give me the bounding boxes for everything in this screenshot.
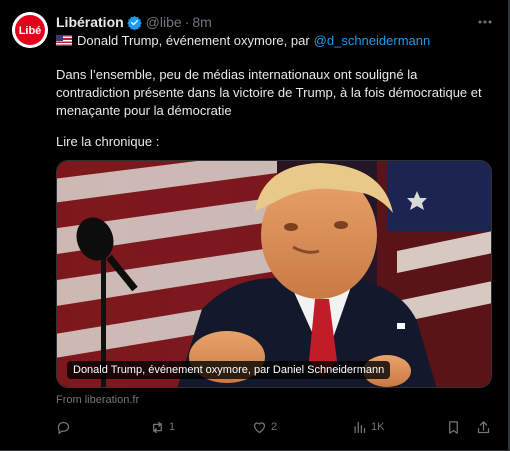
- tweet-body: Dans l’ensemble, peu de médias internati…: [56, 67, 482, 118]
- article-image: [57, 161, 491, 387]
- repost-count: 1: [169, 421, 176, 433]
- repost-button[interactable]: 1: [150, 416, 175, 438]
- card-source[interactable]: From liberation.fr: [56, 394, 139, 406]
- handle[interactable]: @libe: [146, 14, 182, 30]
- bookmark-button[interactable]: [446, 416, 461, 438]
- like-count: 2: [271, 421, 278, 433]
- reply-icon: [57, 421, 70, 434]
- card-caption: Donald Trump, événement oxymore, par Dan…: [67, 361, 391, 379]
- share-icon: [477, 420, 490, 433]
- tweet-headline: Donald Trump, événement oxymore, par @d_…: [56, 32, 430, 49]
- headline-text: Donald Trump, événement oxymore, par: [77, 33, 310, 48]
- link-card[interactable]: Donald Trump, événement oxymore, par Dan…: [56, 160, 492, 388]
- verified-badge-icon: [126, 15, 142, 30]
- share-button[interactable]: [476, 416, 491, 438]
- libe-logo-icon: Libé: [12, 12, 48, 48]
- mention-link[interactable]: @d_schneidermann: [314, 32, 431, 49]
- views-icon: [354, 421, 366, 433]
- repost-icon: [153, 421, 162, 433]
- display-name[interactable]: Libération: [56, 14, 124, 30]
- like-button[interactable]: 2: [252, 416, 277, 438]
- reply-button[interactable]: [56, 416, 75, 438]
- separator-dot: ·: [184, 14, 190, 30]
- views-button[interactable]: 1K: [352, 416, 384, 438]
- action-bar: 1 2 1K: [50, 416, 496, 438]
- tweet-header: Libération @libe · 8m: [56, 12, 212, 32]
- timestamp[interactable]: 8m: [192, 14, 211, 30]
- avatar-text: Libé: [19, 25, 42, 37]
- more-icon[interactable]: [476, 13, 494, 31]
- views-count: 1K: [371, 421, 385, 433]
- like-icon: [253, 421, 266, 433]
- bookmark-icon: [449, 420, 458, 434]
- avatar[interactable]: Libé: [12, 12, 48, 48]
- us-flag-icon: [56, 35, 72, 46]
- tweet-cta: Lire la chronique :: [56, 134, 160, 149]
- tweet-card[interactable]: Libé Libération @libe · 8m Donald Trump,…: [0, 0, 510, 451]
